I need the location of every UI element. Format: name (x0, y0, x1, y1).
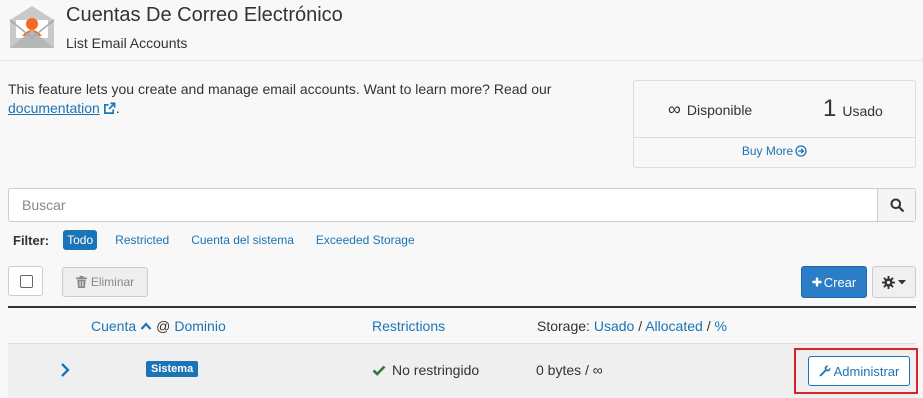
page-header: Cuentas De Correo Electrónico List Email… (0, 0, 923, 60)
page-subtitle: List Email Accounts (66, 35, 188, 51)
storage-used-sort-link[interactable]: Usado (594, 318, 634, 334)
storage-allocated-sort-link[interactable]: Allocated (645, 318, 703, 334)
at-separator: @ (156, 318, 171, 334)
restriction-label: No restringido (392, 362, 480, 378)
select-all-checkbox[interactable] (8, 266, 43, 296)
documentation-link[interactable]: documentation (8, 100, 100, 116)
chevron-up-icon[interactable] (140, 322, 152, 330)
storage-separator: / (638, 318, 643, 334)
check-icon (372, 365, 386, 376)
checkbox-box[interactable] (20, 275, 33, 288)
buy-more-link[interactable]: Buy More (634, 144, 915, 158)
external-link-icon[interactable] (103, 102, 116, 115)
trash-icon (75, 276, 87, 288)
filter-restricted[interactable]: Restricted (111, 230, 173, 250)
intro-description: This feature lets you create and manage … (8, 81, 552, 97)
filter-system-account[interactable]: Cuenta del sistema (187, 230, 298, 250)
chevron-right-icon[interactable] (60, 362, 70, 378)
storage-percent-sort-link[interactable]: % (714, 318, 726, 334)
header-divider (0, 60, 923, 61)
used-stat: 1 Usado (823, 95, 883, 123)
stats-divider (634, 137, 915, 138)
account-column-header[interactable]: Cuenta @ Dominio (91, 318, 226, 334)
used-value: 1 (823, 95, 837, 122)
plus-icon (812, 277, 822, 287)
search-icon[interactable] (890, 198, 904, 212)
filter-exceeded-storage[interactable]: Exceeded Storage (312, 230, 419, 250)
wrench-icon (819, 365, 831, 377)
arrow-circle-right-icon[interactable] (795, 145, 807, 157)
manage-button[interactable]: Administrar (808, 356, 910, 386)
intro-suffix: . (115, 100, 120, 116)
manage-label: Administrar (833, 363, 900, 379)
create-label: Crear (823, 274, 857, 290)
restriction-value: No restringido (372, 362, 479, 378)
filter-todo[interactable]: Todo (63, 230, 98, 250)
table-header-divider (8, 306, 916, 308)
domain-sort-link[interactable]: Dominio (174, 318, 225, 334)
search-button[interactable] (877, 189, 915, 221)
available-label: Disponible (686, 102, 753, 118)
table-row: Sistema No restringido 0 bytes / ∞ (8, 344, 916, 398)
gear-icon (882, 275, 895, 289)
used-label: Usado (842, 103, 883, 119)
account-stats-panel: ∞ Disponible 1 Usado Buy More (633, 80, 916, 168)
page-title: Cuentas De Correo Electrónico (66, 4, 343, 26)
caret-down-icon (898, 279, 906, 284)
system-badge: Sistema (146, 361, 199, 377)
buy-more-label[interactable]: Buy More (742, 144, 793, 158)
storage-value: 0 bytes / ∞ (536, 362, 603, 378)
search-input[interactable] (9, 189, 877, 221)
search-box (8, 188, 916, 222)
delete-button[interactable]: Eliminar (62, 267, 148, 297)
email-account-icon (9, 6, 55, 48)
settings-dropdown-button[interactable] (872, 266, 916, 298)
storage-prefix: Storage: (537, 318, 590, 334)
storage-separator: / (706, 318, 711, 334)
available-value: ∞ (668, 99, 681, 119)
delete-label: Eliminar (90, 275, 135, 289)
filter-label: Filter: (13, 232, 50, 248)
storage-column-header: Storage: Usado / Allocated / % (537, 318, 727, 334)
restrictions-column-header[interactable]: Restrictions (372, 318, 445, 334)
available-stat: ∞ Disponible (668, 99, 752, 120)
account-sort-link[interactable]: Cuenta (91, 318, 136, 334)
intro-text: This feature lets you create and manage … (8, 80, 608, 118)
create-button[interactable]: Crear (801, 266, 867, 298)
filter-bar: Filter: Todo Restricted Cuenta del siste… (13, 229, 433, 251)
